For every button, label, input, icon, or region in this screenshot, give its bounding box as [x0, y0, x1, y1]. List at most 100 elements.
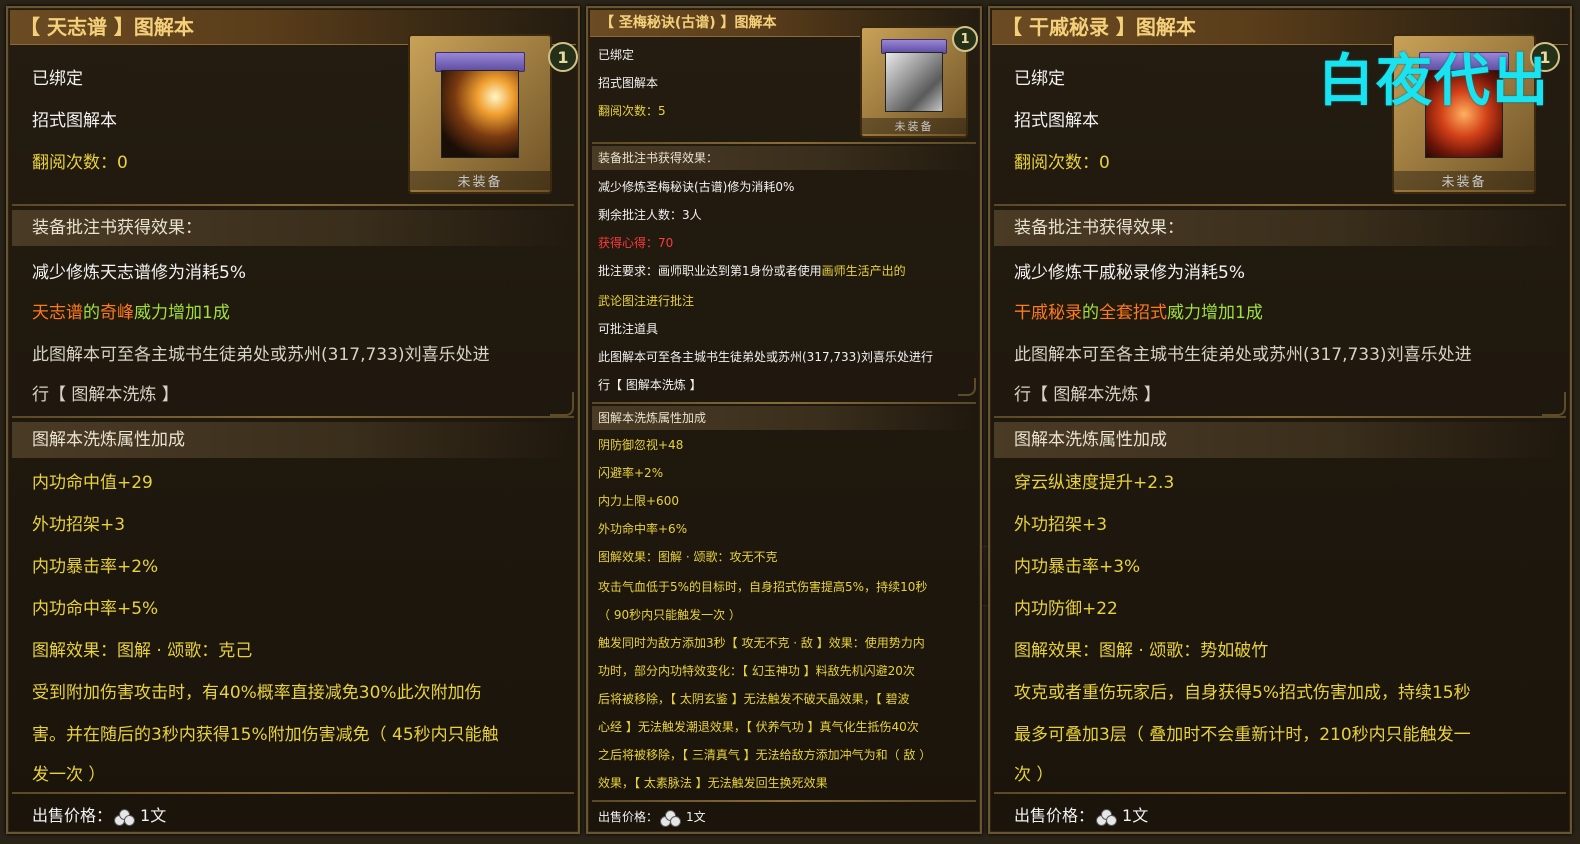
unequipped-label: 未装备: [1394, 171, 1534, 190]
annotation-requirement-2: 武论图注进行批注: [598, 294, 695, 308]
annotation-header: 装备批注书获得效果：: [12, 210, 574, 246]
bound-status: 已绑定: [1014, 69, 1065, 89]
insight-gained: 获得心得：70: [598, 236, 674, 250]
sell-value: 1文: [140, 806, 167, 825]
effect-desc: 触发同时为敌方添加3秒【 攻无不克 · 敌 】效果：使用势力内: [598, 636, 925, 650]
refine-note-2: 行【 图解本洗炼 】: [1014, 385, 1161, 405]
sell-price: 出售价格： 1文: [598, 808, 706, 827]
divider: [592, 402, 976, 404]
refine-header: 图解本洗炼属性加成: [592, 406, 976, 430]
move-name: 奇峰: [100, 303, 134, 323]
divider: [12, 792, 574, 794]
effect-desc: 效果，【 太素脉法 】无法触发回生换死效果: [598, 776, 828, 790]
effect-desc: 发一次 ）: [32, 765, 106, 785]
effect-desc: 害。并在随后的3秒内获得15%附加伤害减免（ 45秒内只能触: [32, 725, 499, 745]
read-count: 翻阅次数：5: [598, 104, 666, 118]
requirement-text: 批注要求：画师职业达到第1身份或者使用: [598, 264, 822, 278]
sell-value: 1文: [686, 810, 706, 824]
power-bonus: 天志谱的奇峰威力增加1成: [32, 298, 230, 323]
annotation-header: 装备批注书获得效果：: [994, 210, 1566, 246]
sell-label: 出售价格：: [598, 810, 659, 824]
attr-line: 外功命中率+6%: [598, 522, 688, 536]
power-bonus: 干戚秘录的全套招式威力增加1成: [1014, 298, 1263, 323]
effect-desc: 次 ）: [1014, 765, 1054, 785]
effect-title: 图解效果：图解 · 颂歌：攻无不克: [598, 550, 778, 564]
painter-source: 画师生活产出的: [821, 264, 906, 278]
corner-ornament: [958, 378, 976, 396]
attr-line: 内功命中率+5%: [32, 599, 159, 619]
divider: [994, 204, 1566, 206]
attr-line: 闪避率+2%: [598, 466, 664, 480]
spear-icon: [440, 70, 520, 158]
power-text: 威力增加1成: [1167, 303, 1263, 323]
sell-label: 出售价格：: [1014, 806, 1095, 825]
divider: [994, 792, 1566, 794]
watermark: 白夜代出: [1318, 49, 1550, 114]
annotation-reduce: 减少修炼圣梅秘诀(古谱)修为消耗0%: [598, 180, 795, 194]
coin-icon: [1096, 808, 1118, 826]
effect-desc: 后将被移除，【 太阴玄鉴 】无法触发不破天晶效果，【 碧波: [598, 692, 910, 706]
item-type: 招式图解本: [32, 111, 117, 131]
effect-desc: 功时，部分内功特效变化：【 幻玉神功 】料敌先机闪避20次: [598, 664, 915, 678]
bound-status: 已绑定: [598, 48, 635, 62]
coin-icon: [114, 808, 136, 826]
coin-icon: [660, 809, 682, 827]
refine-note-2: 行【 图解本洗炼 】: [598, 378, 702, 392]
effect-desc: 心经 】无法触发潮退效果，【 伏养气功 】真气化生抵伤40次: [598, 720, 919, 734]
attr-line: 内力上限+600: [598, 494, 679, 508]
sell-value: 1文: [1122, 806, 1149, 825]
remaining-annotators: 剩余批注人数：3人: [598, 208, 702, 222]
refine-header: 图解本洗炼属性加成: [994, 422, 1566, 458]
effect-desc: 攻克或者重伤玩家后，自身获得5%招式伤害加成，持续15秒: [1014, 683, 1471, 703]
tooltip-panel-right: 【 干戚秘录 】图解本 未装备 1 已绑定 招式图解本 翻阅次数：0 装备批注书…: [988, 6, 1572, 834]
attr-line: 内功防御+22: [1014, 599, 1118, 619]
annotation-reduce: 减少修炼干戚秘录修为消耗5%: [1014, 263, 1245, 283]
effect-title: 图解效果：图解 · 颂歌：势如破竹: [1014, 641, 1269, 661]
divider: [592, 800, 976, 802]
corner-ornament: [1542, 392, 1566, 416]
annotation-tool: 可批注道具: [598, 322, 659, 336]
read-count: 翻阅次数：0: [1014, 153, 1110, 173]
bound-status: 已绑定: [32, 69, 83, 89]
grade-badge: 1: [952, 26, 978, 52]
attr-line: 外功招架+3: [32, 515, 126, 535]
effect-desc: 受到附加伤害攻击时，有40%概率直接减免30%此次附加伤: [32, 683, 482, 703]
tooltip-panel-middle: 【 圣梅秘诀(古谱) 】图解本 未装备 1 已绑定 招式图解本 翻阅次数：5 装…: [586, 6, 982, 834]
divider: [12, 204, 574, 206]
grade-badge: 1: [548, 42, 578, 72]
attr-line: 内功命中值+29: [32, 473, 153, 493]
refine-note: 此图解本可至各主城书生徒弟处或苏州(317,733)刘喜乐处进: [1014, 345, 1472, 365]
effect-desc: 攻击气血低于5%的目标时，自身招式伤害提高5%，持续10秒: [598, 580, 928, 594]
crystal-box-icon: [884, 51, 944, 113]
skill-name: 干戚秘录: [1014, 303, 1082, 323]
annotation-header: 装备批注书获得效果：: [592, 146, 976, 170]
effect-desc: （ 90秒内只能触发一次 ）: [598, 608, 741, 622]
refine-header: 图解本洗炼属性加成: [12, 422, 574, 458]
item-slot: 未装备: [408, 34, 552, 194]
effect-title: 图解效果：图解 · 颂歌：克己: [32, 641, 253, 661]
attr-line: 穿云纵速度提升+2.3: [1014, 473, 1175, 493]
attr-line: 内功暴击率+2%: [32, 557, 159, 577]
divider: [592, 142, 976, 144]
item-type: 招式图解本: [1014, 111, 1099, 131]
effect-desc: 最多可叠加3层（ 叠加时不会重新计时，210秒内只能触发一: [1014, 725, 1471, 745]
power-text: 威力增加1成: [134, 303, 230, 323]
read-count: 翻阅次数：0: [32, 153, 128, 173]
attr-line: 阴防御忽视+48: [598, 438, 684, 452]
annotation-requirement: 批注要求：画师职业达到第1身份或者使用画师生活产出的: [598, 262, 906, 279]
refine-note: 此图解本可至各主城书生徒弟处或苏州(317,733)刘喜乐处进: [32, 345, 490, 365]
annotation-reduce: 减少修炼天志谱修为消耗5%: [32, 263, 246, 283]
refine-note-2: 行【 图解本洗炼 】: [32, 385, 179, 405]
tooltip-panel-left: 【 天志谱 】图解本 未装备 1 已绑定 招式图解本 翻阅次数：0 装备批注书获…: [6, 6, 580, 834]
divider: [994, 416, 1566, 418]
attr-line: 外功招架+3: [1014, 515, 1108, 535]
effect-desc: 之后将被移除，【 三清真气 】无法给敌方添加冲气为和（ 敌 ）: [598, 748, 932, 762]
sell-label: 出售价格：: [32, 806, 113, 825]
sell-price: 出售价格： 1文: [32, 802, 166, 826]
attr-line: 内功暴击率+3%: [1014, 557, 1141, 577]
unequipped-label: 未装备: [862, 118, 966, 134]
unequipped-label: 未装备: [410, 171, 550, 190]
move-name: 全套招式: [1099, 303, 1167, 323]
scroll-rod: [435, 51, 525, 73]
divider: [12, 416, 574, 418]
